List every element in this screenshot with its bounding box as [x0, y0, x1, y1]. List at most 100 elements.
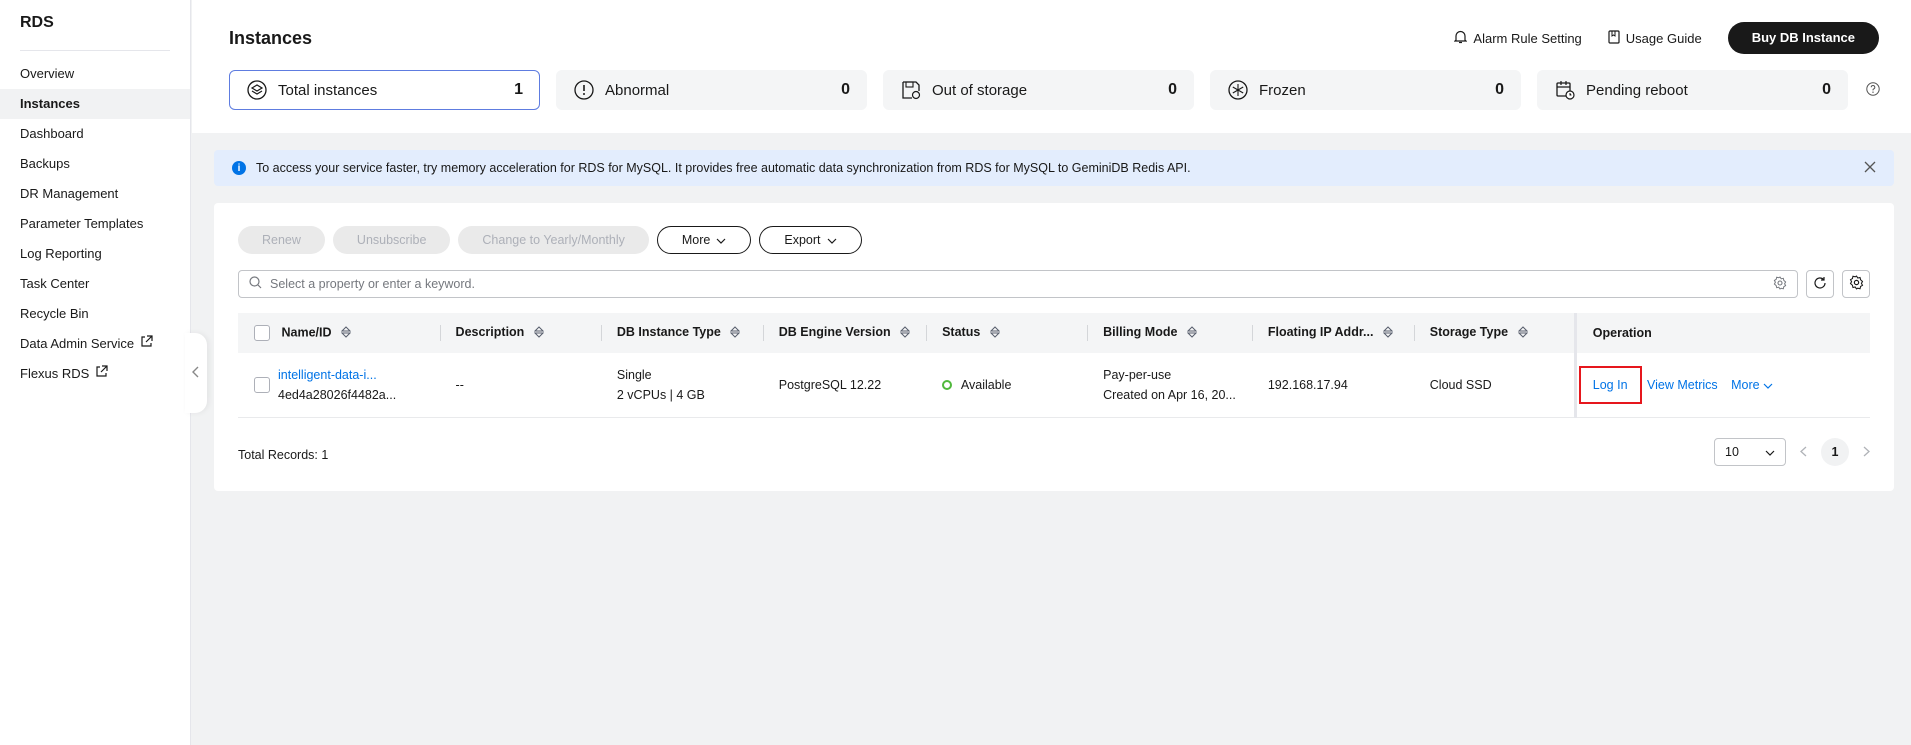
alarm-rule-setting-link[interactable]: Alarm Rule Setting — [1453, 30, 1582, 47]
column-label: Floating IP Addr... — [1267, 325, 1374, 340]
search-input[interactable]: Select a property or enter a keyword. — [238, 270, 1798, 298]
page-title: Instances — [229, 28, 313, 48]
cell-status: Available — [926, 353, 1088, 418]
sort-icon[interactable] — [1517, 325, 1528, 341]
sort-icon[interactable] — [1186, 325, 1198, 341]
sort-icon[interactable] — [989, 325, 1000, 341]
sidebar-item-dashboard[interactable]: Dashboard — [0, 119, 190, 149]
sidebar-item-label: Instances — [20, 96, 80, 111]
column-label: DB Instance Type — [616, 325, 721, 340]
stat-out-of-storage[interactable]: Out of storage 0 — [883, 70, 1194, 110]
stat-total-instances[interactable]: Total instances 1 — [229, 70, 540, 110]
sort-icon[interactable] — [533, 325, 545, 341]
gear-icon[interactable] — [1773, 275, 1787, 293]
instance-id: 4ed4a28026f4482a... — [278, 387, 397, 402]
column-header-billing-mode[interactable]: Billing Mode — [1087, 313, 1252, 353]
column-divider — [600, 325, 602, 341]
search-placeholder: Select a property or enter a keyword. — [270, 277, 475, 291]
status-available-icon — [942, 380, 953, 391]
column-header-name[interactable]: Name/ID — [238, 313, 440, 353]
column-divider — [439, 325, 441, 341]
column-header-floating-ip[interactable]: Floating IP Addr... — [1251, 313, 1414, 353]
column-header-instance-type[interactable]: DB Instance Type — [600, 313, 763, 353]
sort-icon[interactable] — [1382, 325, 1394, 341]
alert-icon — [573, 79, 595, 101]
chevron-down-icon — [1765, 445, 1775, 459]
row-checkbox[interactable] — [254, 376, 270, 393]
sidebar-collapse-button[interactable] — [185, 333, 207, 413]
view-metrics-link[interactable]: View Metrics — [1647, 378, 1718, 392]
sidebar-item-label: Recycle Bin — [20, 306, 89, 321]
refresh-button[interactable] — [1806, 270, 1834, 298]
column-divider — [1251, 325, 1253, 341]
column-header-operation: Operation — [1573, 313, 1870, 353]
log-in-link[interactable]: Log In — [1578, 365, 1642, 404]
sidebar-item-label: Task Center — [20, 276, 90, 291]
column-header-storage-type[interactable]: Storage Type — [1413, 313, 1576, 353]
instance-name-link[interactable]: intelligent-data-i... — [278, 368, 396, 382]
stat-pending-reboot[interactable]: Pending reboot 0 — [1537, 70, 1848, 110]
buy-db-instance-button[interactable]: Buy DB Instance — [1727, 22, 1879, 54]
sidebar-item-instances[interactable]: Instances — [0, 89, 190, 119]
toolbar: Renew Unsubscribe Change to Yearly/Month… — [238, 226, 862, 254]
instance-type-spec: 2 vCPUs | 4 GB — [616, 387, 705, 402]
next-page-icon[interactable] — [1863, 444, 1870, 460]
usage-guide-label: Usage Guide — [1625, 30, 1702, 46]
sort-icon[interactable] — [730, 325, 741, 341]
column-header-engine-version[interactable]: DB Engine Version — [762, 313, 927, 353]
column-label: Storage Type — [1429, 325, 1509, 340]
book-icon — [1608, 29, 1620, 47]
stat-frozen[interactable]: Frozen 0 — [1210, 70, 1521, 110]
page-size-select[interactable]: 10 — [1714, 438, 1786, 466]
sidebar-item-data-admin-service[interactable]: Data Admin Service — [0, 329, 190, 359]
close-icon[interactable] — [1864, 160, 1876, 178]
table-header-row: Name/ID Description DB Instance Type DB … — [238, 313, 1870, 353]
column-header-status[interactable]: Status — [926, 313, 1088, 353]
stat-abnormal[interactable]: Abnormal 0 — [556, 70, 867, 110]
cell-instance-type: Single 2 vCPUs | 4 GB — [600, 353, 763, 418]
sidebar-item-dr-management[interactable]: DR Management — [0, 179, 190, 209]
stat-label: Total instances — [278, 81, 378, 99]
select-all-checkbox[interactable] — [254, 325, 270, 341]
more-operations-link[interactable]: More — [1731, 378, 1773, 392]
table-row: intelligent-data-i... 4ed4a28026f4482a..… — [238, 353, 1870, 418]
chevron-left-icon — [192, 366, 200, 381]
sort-icon[interactable] — [899, 325, 911, 341]
stat-label: Pending reboot — [1586, 81, 1688, 99]
sidebar-item-label: Flexus RDS — [20, 366, 90, 381]
sidebar-item-label: DR Management — [20, 186, 119, 201]
column-header-description[interactable]: Description — [439, 313, 601, 353]
sidebar-item-log-reporting[interactable]: Log Reporting — [0, 239, 190, 269]
instances-card: Renew Unsubscribe Change to Yearly/Month… — [214, 203, 1894, 491]
renew-button[interactable]: Renew — [238, 226, 325, 254]
sidebar-item-task-center[interactable]: Task Center — [0, 269, 190, 299]
more-label: More — [681, 233, 711, 247]
sidebar-item-overview[interactable]: Overview — [0, 59, 190, 89]
settings-button[interactable] — [1842, 270, 1870, 298]
page-number-current[interactable]: 1 — [1821, 438, 1849, 466]
usage-guide-link[interactable]: Usage Guide — [1608, 29, 1702, 47]
chevron-down-icon — [1763, 378, 1773, 392]
sort-icon[interactable] — [340, 325, 352, 341]
export-dropdown-button[interactable]: Export — [759, 226, 862, 254]
previous-page-icon[interactable] — [1800, 444, 1807, 460]
sidebar-item-parameter-templates[interactable]: Parameter Templates — [0, 209, 190, 239]
sidebar-item-backups[interactable]: Backups — [0, 149, 190, 179]
sidebar-item-flexus-rds[interactable]: Flexus RDS — [0, 359, 190, 389]
sidebar-item-recycle-bin[interactable]: Recycle Bin — [0, 299, 190, 329]
stat-count: 1 — [514, 81, 523, 98]
sidebar-item-label: Data Admin Service — [20, 336, 135, 351]
change-billing-button[interactable]: Change to Yearly/Monthly — [458, 226, 649, 254]
divider — [20, 50, 170, 51]
info-icon: i — [232, 161, 246, 175]
sidebar-item-label: Dashboard — [20, 126, 84, 141]
header-actions: Alarm Rule Setting Usage Guide Buy DB In… — [1453, 22, 1879, 54]
more-dropdown-button[interactable]: More — [656, 226, 752, 254]
info-banner: i To access your service faster, try mem… — [214, 150, 1894, 186]
more-label: More — [1731, 377, 1760, 392]
unsubscribe-button[interactable]: Unsubscribe — [332, 226, 451, 254]
sidebar-item-label: Log Reporting — [20, 246, 102, 261]
sidebar-item-label: Overview — [20, 66, 75, 81]
pagination: 10 1 — [1714, 438, 1870, 466]
help-icon[interactable] — [1866, 81, 1880, 99]
